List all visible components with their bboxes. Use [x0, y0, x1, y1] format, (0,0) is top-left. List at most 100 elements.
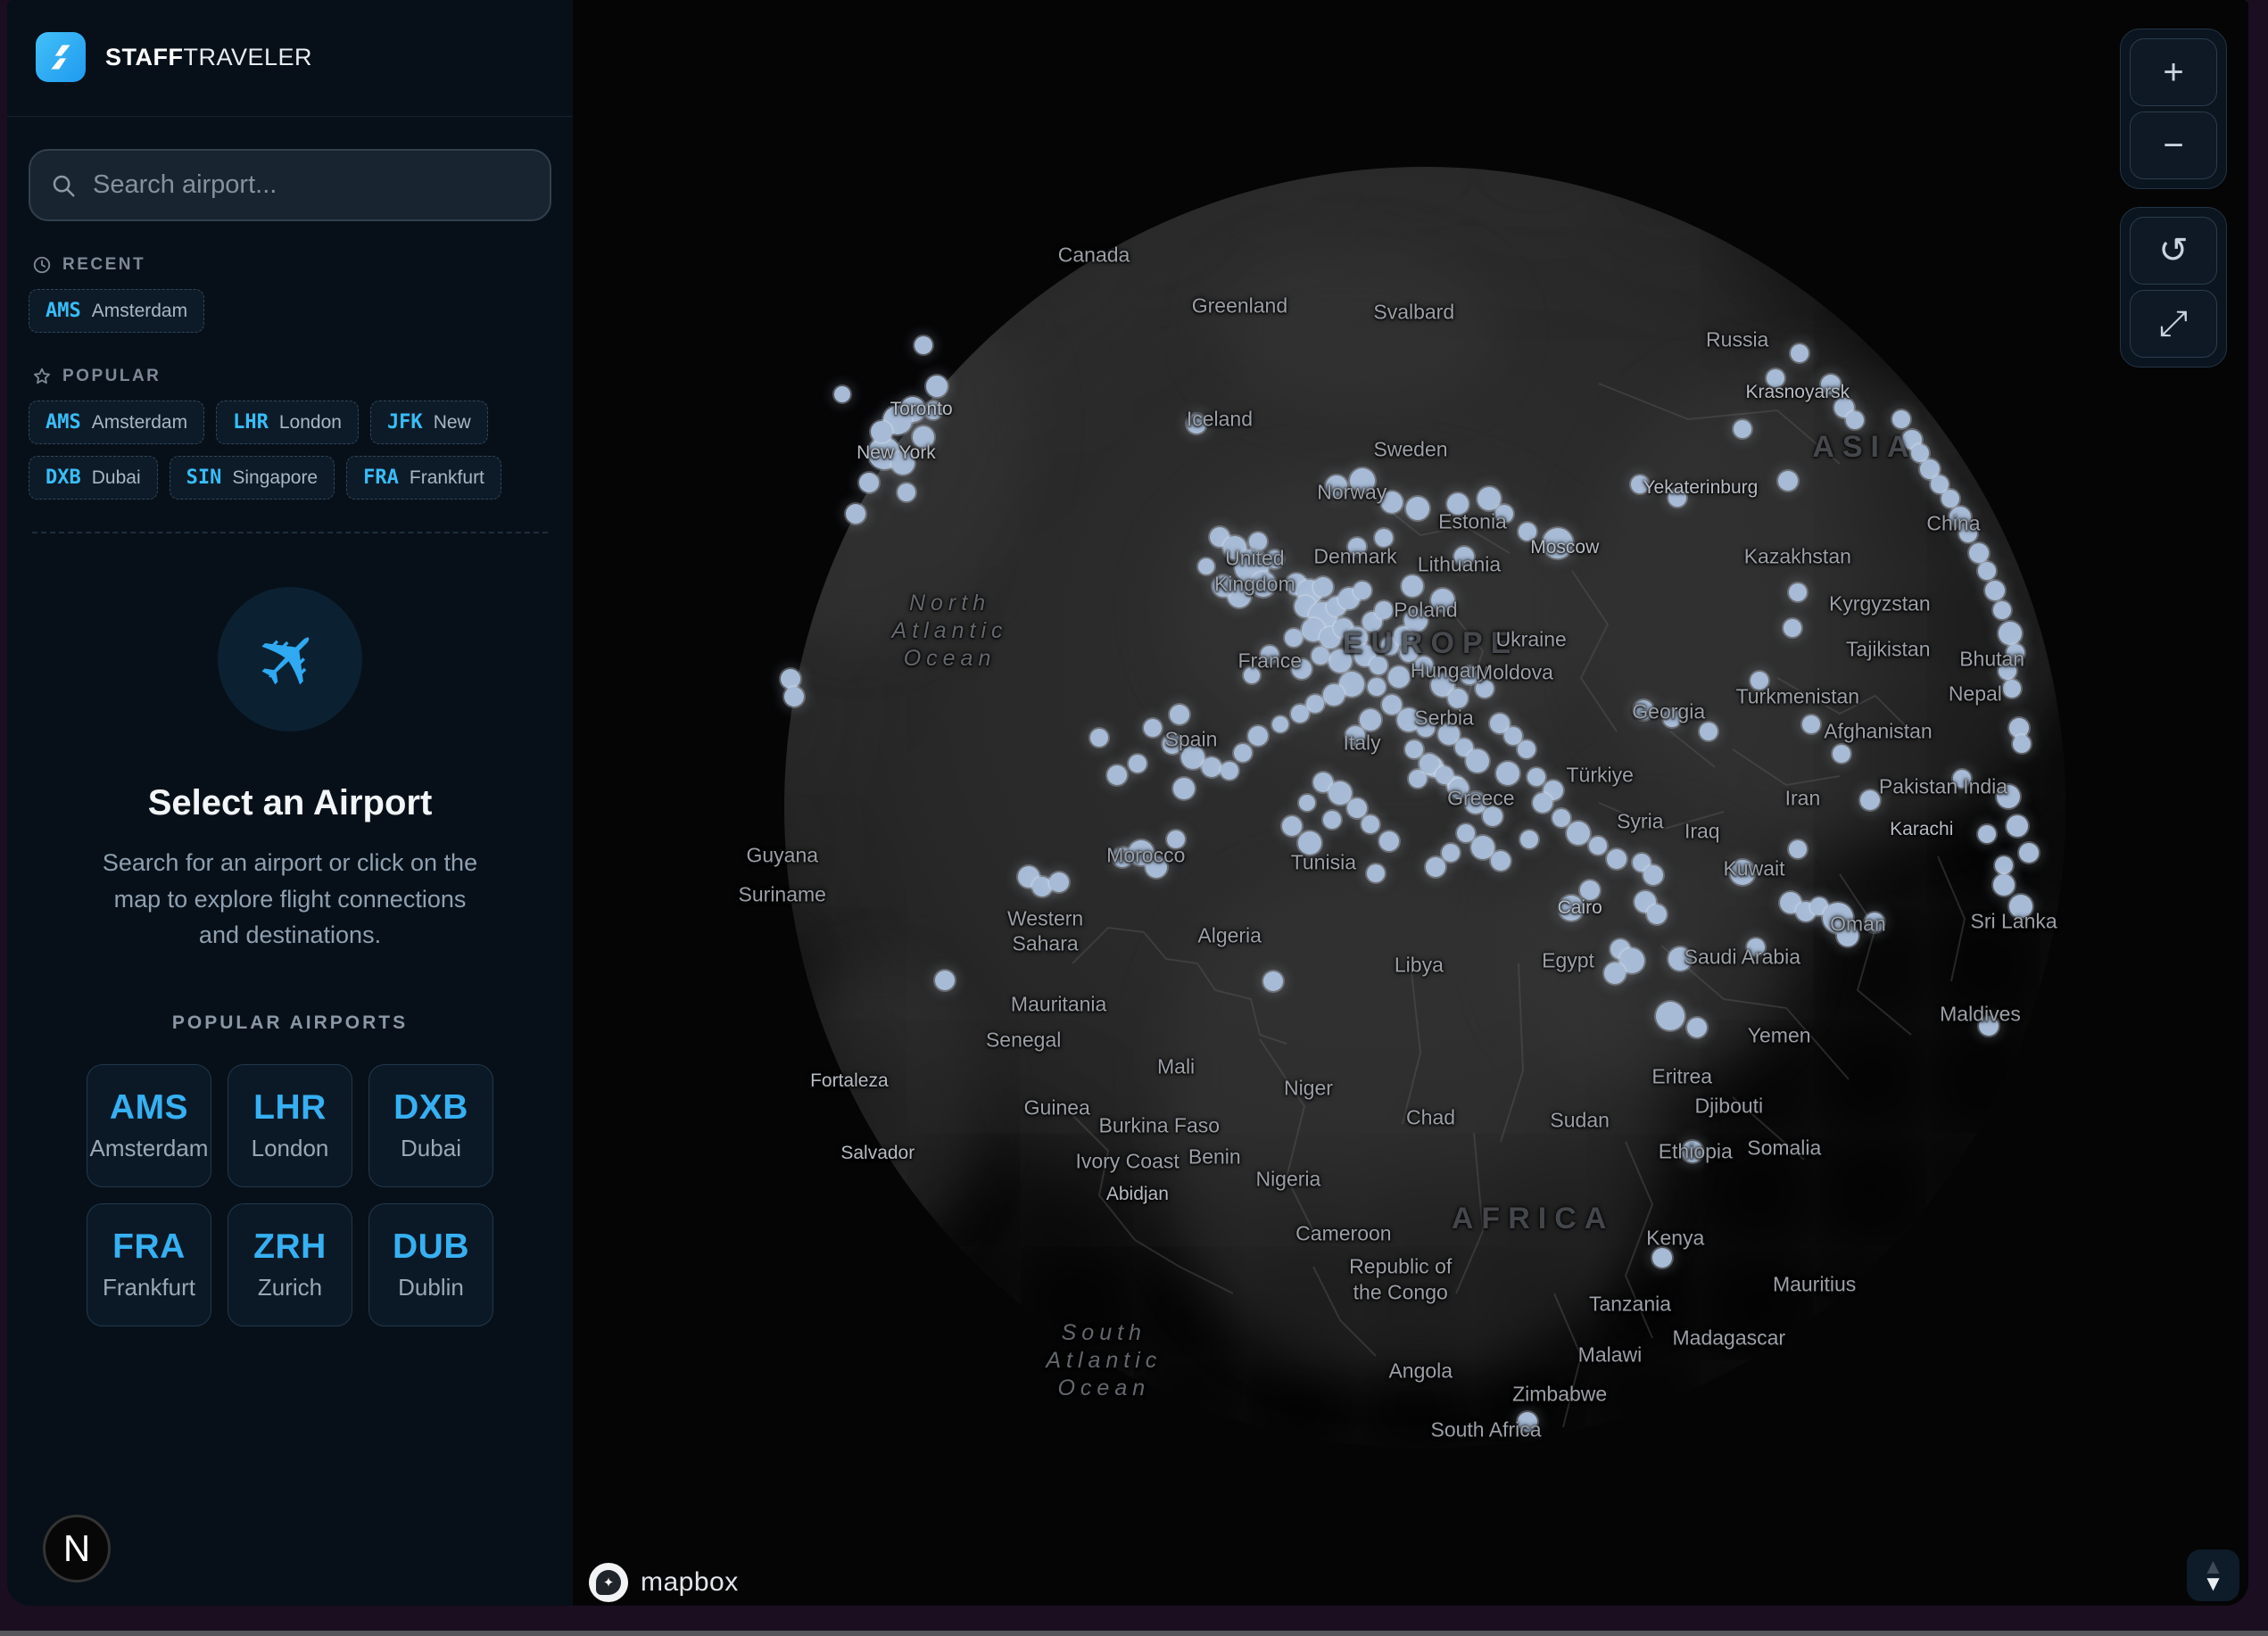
airport-dot[interactable]: [1751, 672, 1768, 690]
airport-dot[interactable]: [1362, 815, 1379, 833]
airport-dot[interactable]: [1368, 678, 1386, 696]
airport-dot[interactable]: [1941, 490, 1959, 508]
airport-dot[interactable]: [1282, 816, 1302, 836]
airport-dot[interactable]: [1263, 971, 1283, 991]
airport-dot[interactable]: [1312, 647, 1329, 665]
airport-dot[interactable]: [1353, 582, 1371, 599]
airport-dot[interactable]: [1607, 849, 1627, 869]
airport-dot[interactable]: [1483, 806, 1502, 826]
map-attribution[interactable]: ✦ mapbox: [589, 1563, 739, 1602]
airport-dot[interactable]: [1329, 649, 1352, 673]
airport-dot[interactable]: [1406, 497, 1429, 520]
stafftraveler-logo-icon[interactable]: [36, 32, 86, 82]
airport-dot[interactable]: [1146, 856, 1167, 878]
airport-dot[interactable]: [1454, 547, 1474, 566]
airport-dot[interactable]: [1404, 608, 1428, 632]
airport-dot[interactable]: [1426, 857, 1445, 877]
airport-dot[interactable]: [2009, 718, 2029, 738]
airport-dot[interactable]: [871, 421, 892, 442]
airport-dot[interactable]: [1518, 1412, 1537, 1432]
airport-dot[interactable]: [1668, 489, 1686, 507]
airport-dot[interactable]: [1647, 905, 1667, 924]
airport-dot[interactable]: [1767, 369, 1784, 387]
airport-dot[interactable]: [1668, 947, 1692, 971]
airport-dot[interactable]: [1802, 715, 1820, 733]
airport-dot[interactable]: [1379, 831, 1399, 851]
popular-airport-card[interactable]: DXBDubai: [368, 1064, 493, 1187]
airport-dot[interactable]: [926, 376, 948, 397]
airport-dot[interactable]: [1292, 659, 1312, 679]
airport-dot[interactable]: [913, 426, 934, 448]
airport-dot[interactable]: [1348, 538, 1366, 556]
airport-dot[interactable]: [1995, 856, 2013, 874]
airport-dot[interactable]: [1496, 762, 1519, 785]
airport-dot[interactable]: [924, 401, 942, 419]
airport-dot[interactable]: [1213, 575, 1234, 597]
airport-dot[interactable]: [1248, 726, 1268, 746]
popular-airport-chip[interactable]: AMSAmsterdam: [29, 401, 204, 444]
airport-dot[interactable]: [2003, 680, 2021, 698]
airport-dot[interactable]: [1306, 695, 1324, 713]
airport-dot[interactable]: [859, 473, 879, 492]
search-input[interactable]: [91, 169, 530, 201]
zoom-in-button[interactable]: +: [2130, 38, 2217, 106]
airport-dot[interactable]: [1202, 757, 1221, 777]
airport-dot[interactable]: [1953, 770, 1971, 788]
airport-dot[interactable]: [1969, 543, 1989, 563]
popular-airport-card[interactable]: DUBDublin: [368, 1203, 493, 1326]
airport-dot[interactable]: [1687, 1018, 1707, 1037]
airport-dot[interactable]: [1959, 525, 1977, 542]
airport-dot[interactable]: [1543, 528, 1573, 558]
popular-airport-card[interactable]: FRAFrankfurt: [87, 1203, 211, 1326]
airport-dot[interactable]: [1993, 874, 2015, 896]
airport-dot[interactable]: [1518, 740, 1535, 758]
airport-dot[interactable]: [1221, 762, 1238, 780]
airport-dot[interactable]: [1993, 601, 2011, 619]
airport-dot[interactable]: [1370, 657, 1387, 674]
airport-dot[interactable]: [1170, 705, 1189, 724]
airport-dot[interactable]: [1375, 529, 1393, 547]
airport-dot[interactable]: [1519, 523, 1536, 541]
airport-dot[interactable]: [1415, 657, 1433, 674]
airport-dot[interactable]: [1447, 493, 1469, 515]
airport-dot[interactable]: [1113, 847, 1132, 867]
fullscreen-button[interactable]: ⤢: [2130, 290, 2217, 358]
popular-airport-card[interactable]: LHRLondon: [228, 1064, 352, 1187]
airport-dot[interactable]: [1559, 896, 1584, 921]
airport-dot[interactable]: [1643, 865, 1663, 885]
airport-dot[interactable]: [1107, 765, 1127, 785]
airport-dot[interactable]: [1049, 872, 1069, 892]
airport-dot[interactable]: [1448, 689, 1468, 708]
airport-dot[interactable]: [1634, 700, 1653, 720]
airport-dot[interactable]: [1436, 766, 1453, 784]
airport-dot[interactable]: [1495, 505, 1513, 523]
airport-dot[interactable]: [1491, 851, 1511, 871]
airport-dot[interactable]: [1163, 734, 1182, 754]
airport-dot[interactable]: [1449, 779, 1469, 798]
airport-dot[interactable]: [1682, 1141, 1703, 1162]
recent-airport-chip[interactable]: AMSAmsterdam: [29, 289, 204, 333]
airport-dot[interactable]: [1298, 831, 1321, 855]
airport-dot[interactable]: [1167, 830, 1185, 848]
popular-airport-card[interactable]: ZRHZurich: [228, 1203, 352, 1326]
airport-dot[interactable]: [1234, 744, 1252, 762]
airport-dot[interactable]: [1747, 938, 1765, 956]
airport-dot[interactable]: [1778, 471, 1798, 491]
airport-dot[interactable]: [1291, 705, 1309, 723]
airport-dot[interactable]: [1999, 622, 2022, 645]
airport-dot[interactable]: [2007, 815, 2028, 837]
airport-dot[interactable]: [1381, 492, 1403, 513]
airport-dot[interactable]: [1466, 749, 1489, 773]
airport-dot[interactable]: [1580, 880, 1600, 900]
airport-dot[interactable]: [1244, 667, 1260, 683]
popular-airport-card[interactable]: AMSAmsterdam: [87, 1064, 211, 1187]
airport-dot[interactable]: [1656, 1002, 1684, 1030]
airport-dot[interactable]: [1892, 410, 1910, 428]
airport-dot[interactable]: [1323, 684, 1345, 706]
airport-dot[interactable]: [1367, 864, 1385, 882]
airport-dot[interactable]: [1350, 468, 1375, 493]
popular-airport-chip[interactable]: SINSingapore: [170, 456, 335, 500]
airport-dot[interactable]: [1345, 726, 1365, 746]
airport-dot[interactable]: [1663, 709, 1681, 727]
airport-dot[interactable]: [1631, 475, 1649, 493]
